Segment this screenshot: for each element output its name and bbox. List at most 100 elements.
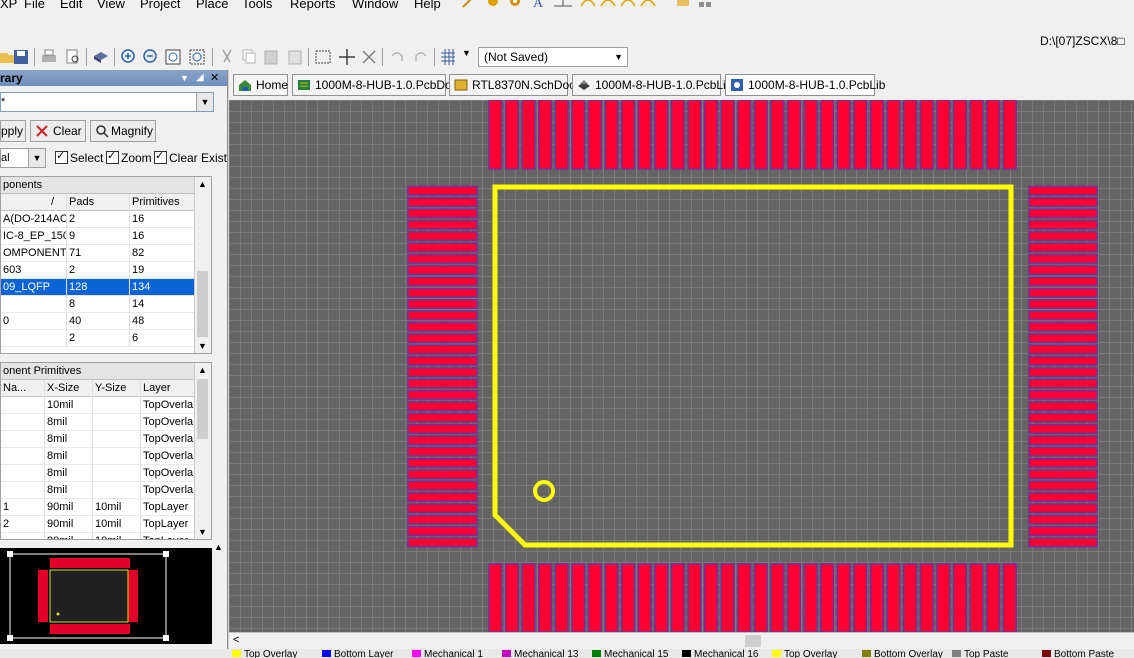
pad-right[interactable] [1028,401,1098,412]
pad-top[interactable] [670,100,685,170]
pad-right[interactable] [1028,231,1098,241]
pad-top[interactable] [737,100,752,170]
menu-place[interactable]: Place [196,0,229,12]
grid-dropdown-arrow-icon[interactable]: ▼ [462,48,471,58]
pad-top[interactable] [853,100,868,170]
select-checkbox[interactable]: Select [55,149,103,166]
pad-left[interactable] [407,321,478,332]
col-layer[interactable]: Layer [141,380,197,397]
pad-left[interactable] [407,253,478,264]
zoom-checkbox[interactable]: Zoom [106,149,152,166]
table-row[interactable]: 603 2 19 [1,262,197,279]
tab-pcblib-2[interactable]: 1000M-8-HUB-1.0.PcbLib [725,74,885,96]
pad-top[interactable] [687,100,702,170]
line-icon[interactable] [462,0,476,8]
tab-schdoc[interactable]: RTL8370N.SchDoc [449,74,575,96]
pad-bottom[interactable] [869,563,884,632]
pad-right[interactable] [1028,321,1098,332]
pad-top[interactable] [571,100,586,170]
pad-bottom[interactable] [886,563,901,632]
pad-left[interactable] [407,310,478,321]
pin-icon[interactable]: ◢ [196,70,204,86]
collapse-up-icon[interactable]: ▲ [214,542,223,552]
pad-left[interactable] [407,208,478,219]
pad-bottom[interactable] [687,563,702,632]
scroll-down-icon[interactable]: ▼ [198,341,207,351]
scroll-up-icon[interactable]: ▲ [198,179,207,189]
col-name[interactable]: / [1,194,67,211]
pad-bottom[interactable] [720,563,735,632]
layer-tab[interactable]: Bottom Overlay [862,649,943,658]
table-row[interactable]: 8mil TopOverla [1,448,197,465]
table-row[interactable]: 2 90mil 10mil TopLayer [1,516,197,533]
pad-top[interactable] [952,100,967,170]
layer-tab[interactable]: Top Overlay [232,649,297,658]
close-icon[interactable]: ✕ [210,70,219,86]
pad-bottom[interactable] [670,563,685,632]
pad-right[interactable] [1028,219,1098,230]
pad-right[interactable] [1028,446,1098,457]
pad-bottom[interactable] [820,563,835,632]
pad-right[interactable] [1028,389,1098,400]
coordinate-icon[interactable] [552,0,574,8]
pad-left[interactable] [407,231,478,241]
table-row[interactable]: 09_LQFP 128 134 [1,279,197,296]
deselect-icon[interactable] [360,48,378,66]
pad-icon[interactable] [486,0,500,8]
menu-edit[interactable]: Edit [60,0,82,12]
col-prim-name[interactable]: Na... [1,380,45,397]
pad-left[interactable] [407,299,478,310]
horizontal-scrollbar[interactable]: < [229,632,1134,650]
pad-left[interactable] [407,355,478,366]
pad-top[interactable] [886,100,901,170]
chevron-down-icon[interactable]: ▼ [196,93,213,111]
pad-left[interactable] [407,333,478,344]
pad-bottom[interactable] [803,563,818,632]
layer-tab[interactable]: Top Paste [952,649,1008,658]
pad-right[interactable] [1028,355,1098,366]
pad-top[interactable] [703,100,719,170]
pad-left[interactable] [407,412,478,423]
pad-right[interactable] [1028,480,1098,491]
menu-project[interactable]: Project [140,0,180,12]
pad-bottom[interactable] [571,563,586,632]
pad-bottom[interactable] [903,563,918,632]
scroll-left-icon[interactable]: < [233,634,239,646]
select-area-icon[interactable] [314,48,332,66]
tab-pcblib-1[interactable]: 1000M-8-HUB-1.0.PcbLib [572,74,732,96]
pad-top[interactable] [621,100,636,170]
fill-icon[interactable] [676,0,690,8]
pad-right[interactable] [1028,503,1098,514]
paste-icon[interactable] [262,48,280,66]
tab-pcbdoc[interactable]: 1000M-8-HUB-1.0.PcbDoc [292,74,458,96]
table-row[interactable]: 8mil TopOverla [1,482,197,499]
components-scrollbar[interactable]: ▲ ▼ [194,177,211,353]
pad-left[interactable] [407,185,478,196]
pad-right[interactable] [1028,185,1098,196]
table-row[interactable]: 0 40 48 [1,313,197,330]
pad-left[interactable] [407,197,478,207]
pad-right[interactable] [1028,242,1098,253]
menu-tools[interactable]: Tools [242,0,272,12]
layer-tab[interactable]: Top Overlay [772,649,837,658]
scroll-up-icon[interactable]: ▲ [198,365,207,375]
pad-right[interactable] [1028,435,1098,446]
pad-top[interactable] [654,100,669,170]
pad-left[interactable] [407,423,478,434]
table-row[interactable]: 90mil10milTopLayer [1,533,197,539]
pad-bottom[interactable] [919,563,934,632]
pad-bottom[interactable] [786,563,802,632]
pad-left[interactable] [407,435,478,446]
array-icon[interactable] [698,0,712,8]
pad-top[interactable] [504,100,519,170]
pad-right[interactable] [1028,412,1098,423]
view-config-select[interactable]: (Not Saved) ▼ [478,47,628,67]
pad-bottom[interactable] [986,563,1001,632]
pad-left[interactable] [407,344,478,355]
pad-top[interactable] [820,100,835,170]
pad-bottom[interactable] [621,563,636,632]
pad-right[interactable] [1028,197,1098,207]
table-row[interactable]: OMPONENT_ 71 82 [1,245,197,262]
menu-xp[interactable]: XP [0,0,17,12]
pad-left[interactable] [407,492,478,502]
